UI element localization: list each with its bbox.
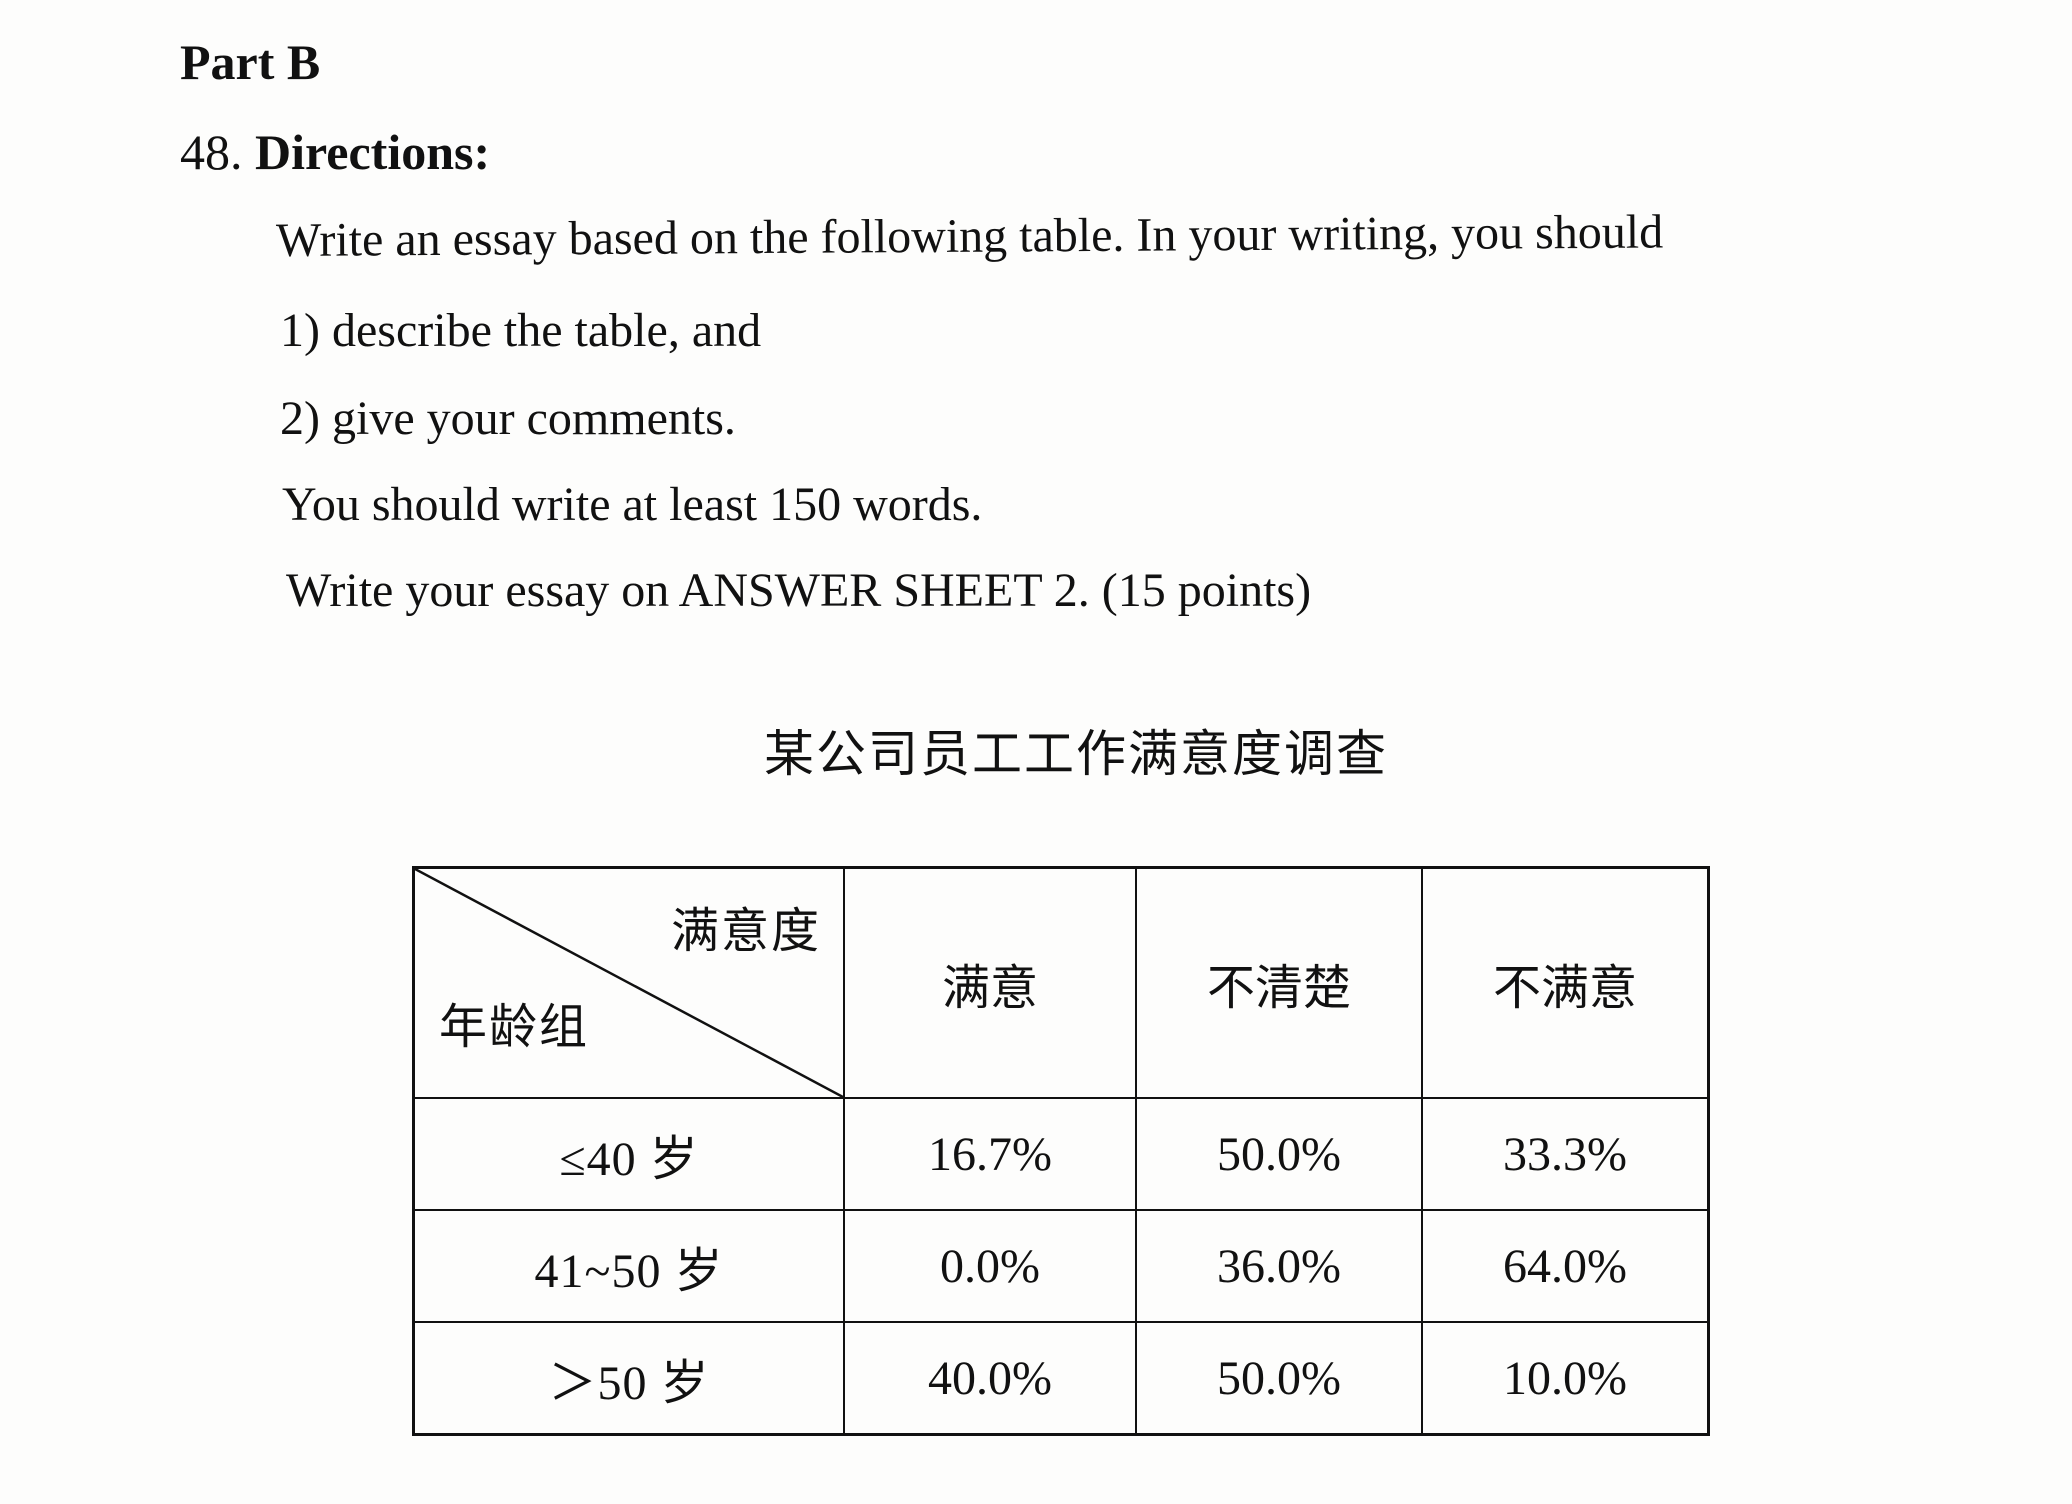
table-cell: 0.0%: [843, 1209, 1137, 1323]
instruction-line: You should write at least 150 words.: [282, 478, 983, 531]
corner-label-age-group: 年龄组: [439, 1001, 590, 1054]
table-header-row: 满意度 年龄组 满意 不清楚 不满意: [412, 866, 1710, 1099]
directions-label: Directions:: [255, 124, 491, 180]
table-cell: 36.0%: [1135, 1209, 1423, 1323]
table-cell: 64.0%: [1421, 1209, 1710, 1323]
question-number: 48.: [180, 124, 243, 180]
instruction-line: 2) give your comments.: [280, 392, 736, 445]
corner-label-satisfaction: 满意度: [670, 905, 821, 958]
table-title-text: 某公司员工工作满意度调查: [764, 726, 1388, 782]
table-row: 41~50 岁 0.0% 36.0% 64.0%: [412, 1209, 1710, 1323]
instruction-line: 1) describe the table, and: [280, 304, 762, 357]
table-cell: 50.0%: [1135, 1097, 1423, 1211]
table-row: ＞50 岁 40.0% 50.0% 10.0%: [412, 1321, 1710, 1436]
table-cell: 50.0%: [1135, 1321, 1423, 1436]
column-header: 满意: [843, 866, 1137, 1099]
row-label: 41~50 岁: [412, 1209, 845, 1323]
satisfaction-table: 满意度 年龄组 满意 不清楚 不满意 ≤40 岁 16.7% 50.0% 33.…: [412, 866, 1710, 1436]
table-cell: 10.0%: [1421, 1321, 1710, 1436]
table-cell: 33.3%: [1421, 1097, 1710, 1211]
part-title: Part B: [180, 34, 321, 90]
column-header: 不清楚: [1135, 866, 1423, 1099]
table-cell: 16.7%: [843, 1097, 1137, 1211]
table-row: ≤40 岁 16.7% 50.0% 33.3%: [412, 1097, 1710, 1211]
corner-header-cell: 满意度 年龄组: [412, 866, 845, 1099]
table-title: 某公司员工工作满意度调查: [0, 724, 2072, 784]
instruction-line: Write an essay based on the following ta…: [275, 205, 1664, 267]
table-cell: 40.0%: [843, 1321, 1137, 1436]
column-header: 不满意: [1421, 866, 1710, 1099]
instruction-line: Write your essay on ANSWER SHEET 2. (15 …: [286, 564, 1312, 617]
question-heading: 48. Directions:: [180, 122, 490, 182]
exam-page: Part B 48. Directions: Write an essay ba…: [0, 0, 2072, 1504]
row-label: ≤40 岁: [412, 1097, 845, 1211]
row-label: ＞50 岁: [412, 1321, 845, 1436]
